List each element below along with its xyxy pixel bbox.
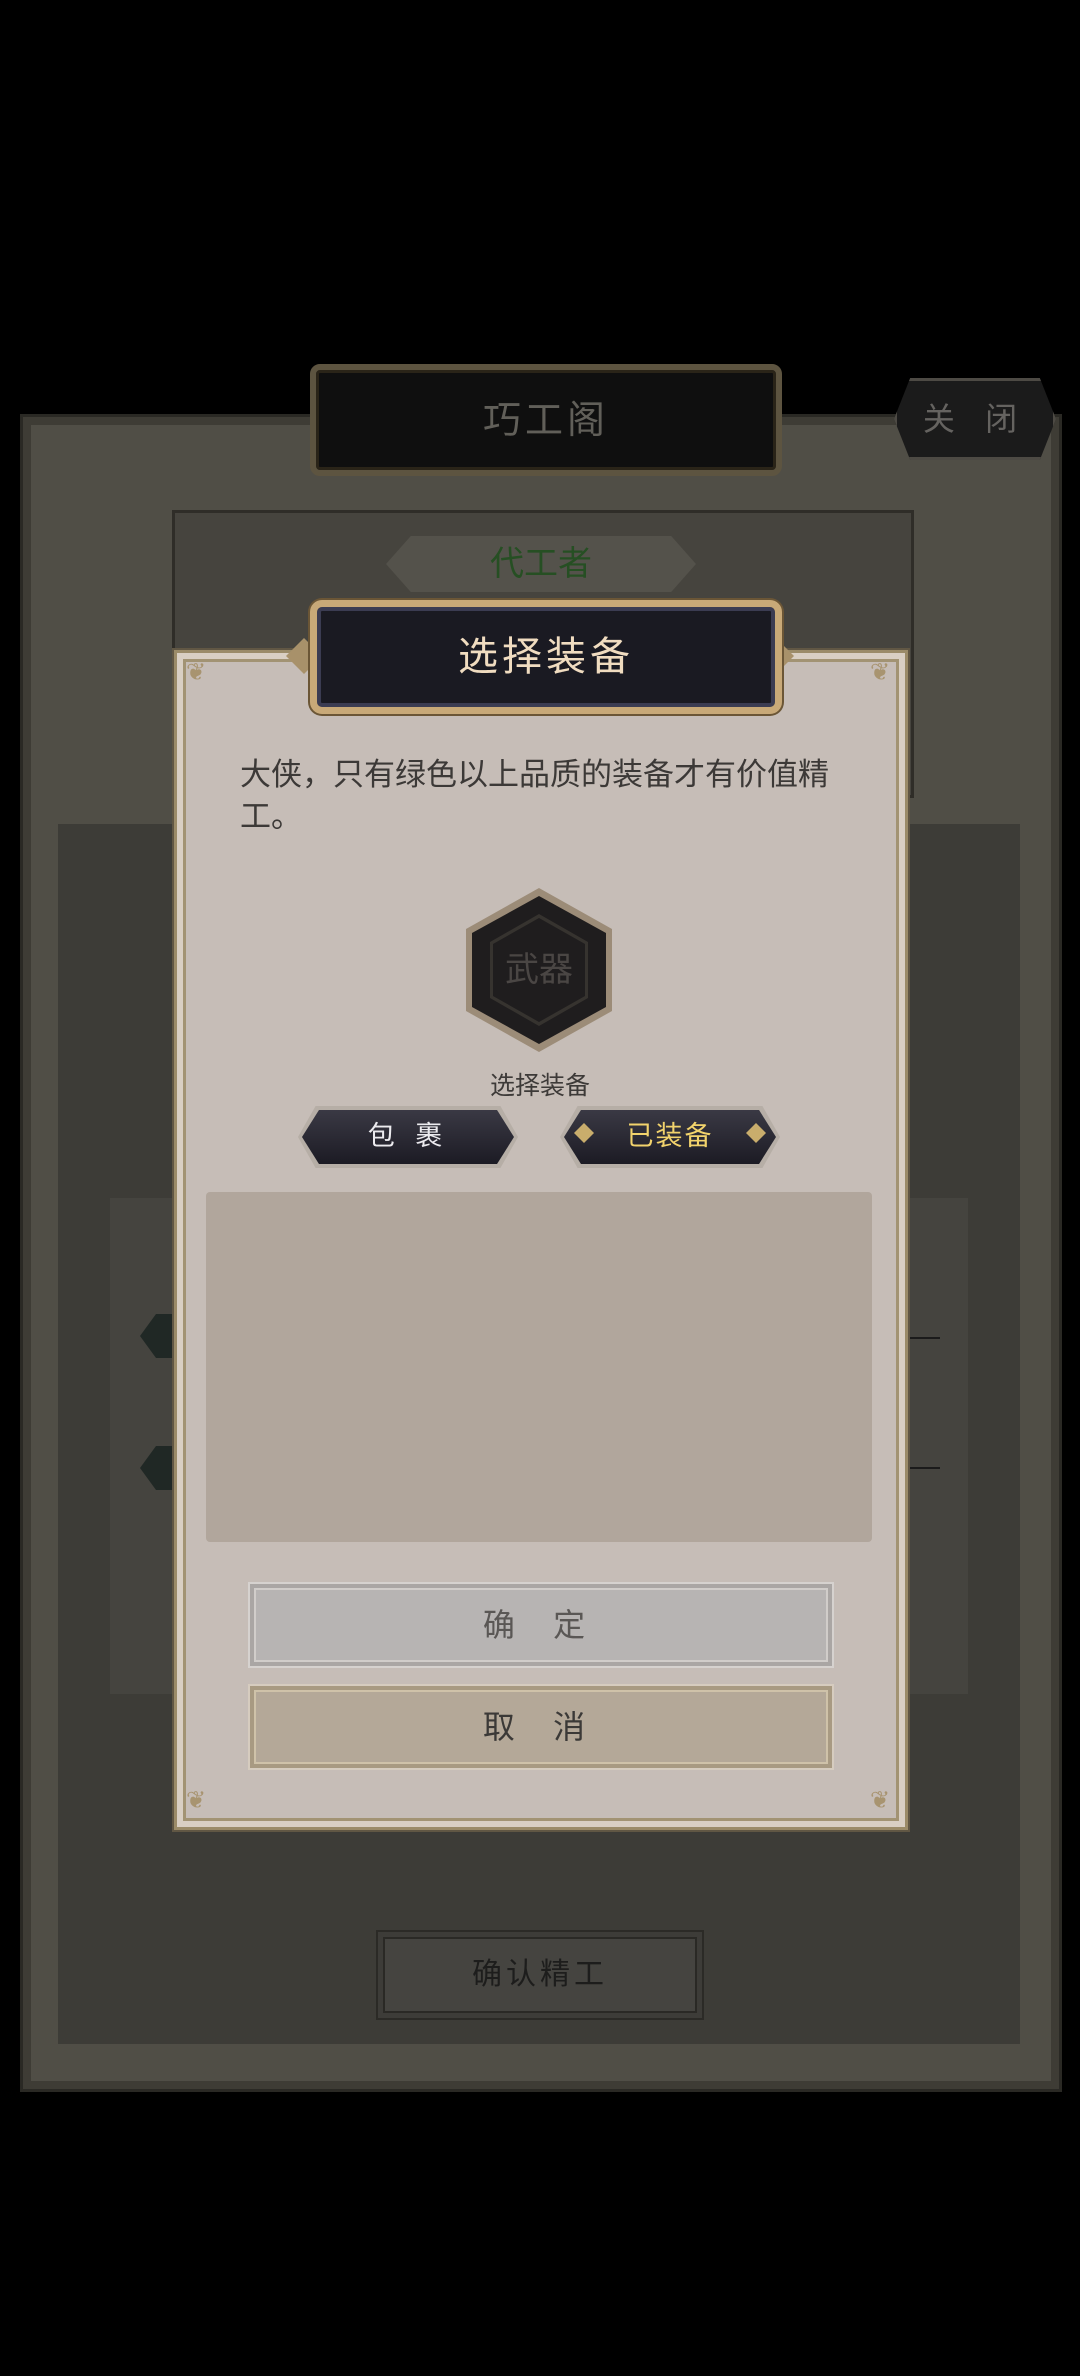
tab-bag-label: 包 裹 (302, 1110, 514, 1164)
close-button: 关 闭 (894, 378, 1056, 460)
dialog-title: 选择装备 (310, 600, 782, 714)
cancel-button[interactable]: 取 消 (248, 1684, 834, 1770)
corner-ornament-icon: ❦ (869, 1786, 891, 1814)
confirm-refine-button: 确认精工 (376, 1930, 704, 2020)
craftsman-label: 代工者 (386, 536, 696, 592)
corner-ornament-icon: ❦ (869, 658, 891, 686)
confirm-button[interactable]: 确 定 (248, 1582, 834, 1668)
tab-equipped[interactable]: 已装备 (560, 1106, 780, 1168)
slot-caption: 选择装备 (489, 1071, 590, 1100)
corner-ornament-icon: ❦ (185, 1786, 207, 1814)
dialog-message: 大侠，只有绿色以上品质的装备才有价值精工。 (240, 757, 829, 835)
corner-ornament-icon: ❦ (185, 658, 207, 686)
tab-equipped-label: 已装备 (564, 1110, 776, 1164)
equipment-list[interactable] (206, 1192, 872, 1542)
window-title: 巧工阁 (310, 364, 782, 476)
tab-bag[interactable]: 包 裹 (298, 1106, 518, 1168)
